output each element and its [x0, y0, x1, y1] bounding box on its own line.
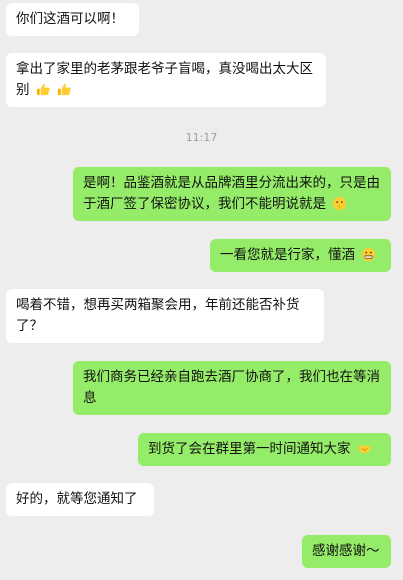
message-incoming[interactable]: 好的，就等您通知了: [6, 483, 154, 516]
timestamp: 11:17: [185, 131, 218, 144]
message-incoming[interactable]: 喝着不错，想再买两箱聚会用，年前还能否补货了？: [6, 289, 324, 343]
message-text: 一看您就是行家，懂酒: [220, 247, 355, 263]
message-outgoing[interactable]: 是啊！品鉴酒就是从品牌酒里分流出来的，只是由于酒厂签了保密协议，我们不能明说就是: [73, 167, 391, 221]
shushing-face-icon: [332, 196, 347, 211]
message-outgoing[interactable]: 我们商务已经亲自跑去酒厂协商了，我们也在等消息: [73, 361, 391, 415]
message-incoming[interactable]: 你们这酒可以啊！: [6, 3, 139, 36]
message-incoming[interactable]: 拿出了家里的老茅跟老爷子盲喝，真没喝出太大区别: [6, 53, 326, 107]
message-text: 好的，就等您通知了: [16, 491, 138, 507]
message-outgoing[interactable]: 到货了会在群里第一时间通知大家: [138, 433, 391, 466]
message-text: 你们这酒可以啊！: [16, 11, 124, 27]
message-outgoing[interactable]: 感谢感谢～: [302, 535, 391, 568]
message-text: 到货了会在群里第一时间通知大家: [148, 441, 351, 457]
grimacing-face-icon: [361, 247, 376, 262]
message-text: 喝着不错，想再买两箱聚会用，年前还能否补货了？: [16, 297, 300, 334]
thumbs-up-icon: [36, 82, 51, 97]
thumbs-up-icon: [57, 82, 72, 97]
chat-thread: 你们这酒可以啊！ 拿出了家里的老茅跟老爷子盲喝，真没喝出太大区别 11:17 是…: [0, 0, 403, 580]
handshake-icon: [357, 441, 372, 456]
message-outgoing[interactable]: 一看您就是行家，懂酒: [210, 239, 391, 272]
message-text: 我们商务已经亲自跑去酒厂协商了，我们也在等消息: [83, 369, 380, 406]
message-text: 感谢感谢～: [312, 543, 380, 559]
